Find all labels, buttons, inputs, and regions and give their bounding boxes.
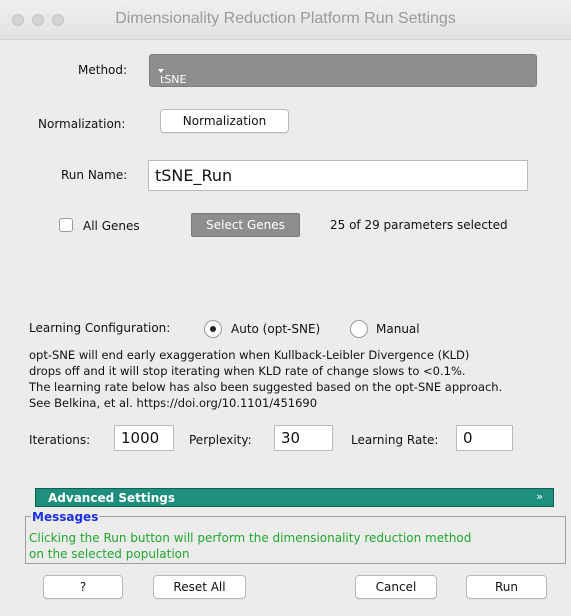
- learning-rate-input[interactable]: [456, 425, 513, 451]
- description-line: The learning rate below has also been su…: [29, 380, 503, 394]
- manual-label: Manual: [376, 322, 420, 336]
- radio-selected-dot: [210, 326, 216, 332]
- advanced-settings-toggle[interactable]: Advanced Settings »: [35, 488, 554, 507]
- auto-opt-sne-radio[interactable]: [204, 320, 222, 338]
- message-line: on the selected population: [29, 547, 190, 561]
- learning-rate-label: Learning Rate:: [351, 433, 439, 447]
- advanced-settings-label: Advanced Settings: [48, 491, 176, 505]
- message-line: Clicking the Run button will perform the…: [29, 531, 472, 545]
- reset-all-button[interactable]: Reset All: [153, 575, 246, 599]
- window-title: Dimensionality Reduction Platform Run Se…: [115, 10, 456, 27]
- run-button[interactable]: Run: [466, 575, 547, 599]
- opt-sne-description: opt-SNE will end early exaggeration when…: [29, 347, 559, 411]
- cancel-button[interactable]: Cancel: [355, 575, 437, 599]
- perplexity-label: Perplexity:: [189, 433, 252, 447]
- messages-text: Clicking the Run button will perform the…: [29, 530, 471, 562]
- method-select[interactable]: tSNE: [149, 54, 537, 87]
- normalization-button[interactable]: Normalization: [160, 109, 289, 133]
- double-chevron-down-icon: »: [536, 490, 543, 503]
- run-name-input[interactable]: [148, 160, 528, 191]
- window-titlebar: Dimensionality Reduction Platform Run Se…: [0, 0, 571, 40]
- messages-legend: Messages: [31, 510, 100, 524]
- help-button[interactable]: ?: [43, 575, 123, 599]
- manual-radio[interactable]: [350, 320, 368, 338]
- normalization-label: Normalization:: [38, 117, 126, 131]
- iterations-input[interactable]: [114, 425, 174, 451]
- parameters-selected-status: 25 of 29 parameters selected: [330, 218, 508, 232]
- all-genes-checkbox[interactable]: [59, 218, 73, 232]
- select-genes-button[interactable]: Select Genes: [191, 213, 300, 237]
- auto-opt-sne-label: Auto (opt-SNE): [231, 322, 321, 336]
- description-line: opt-SNE will end early exaggeration when…: [29, 348, 470, 362]
- perplexity-input[interactable]: [274, 425, 333, 451]
- description-line: drops off and it will stop iterating whe…: [29, 364, 466, 378]
- description-line: See Belkina, et al. https://doi.org/10.1…: [29, 396, 318, 410]
- method-label: Method:: [78, 63, 128, 77]
- method-value: tSNE: [160, 73, 187, 86]
- run-name-label: Run Name:: [61, 168, 128, 182]
- iterations-label: Iterations:: [29, 433, 91, 447]
- learning-configuration-label: Learning Configuration:: [29, 321, 171, 335]
- all-genes-label: All Genes: [83, 219, 140, 233]
